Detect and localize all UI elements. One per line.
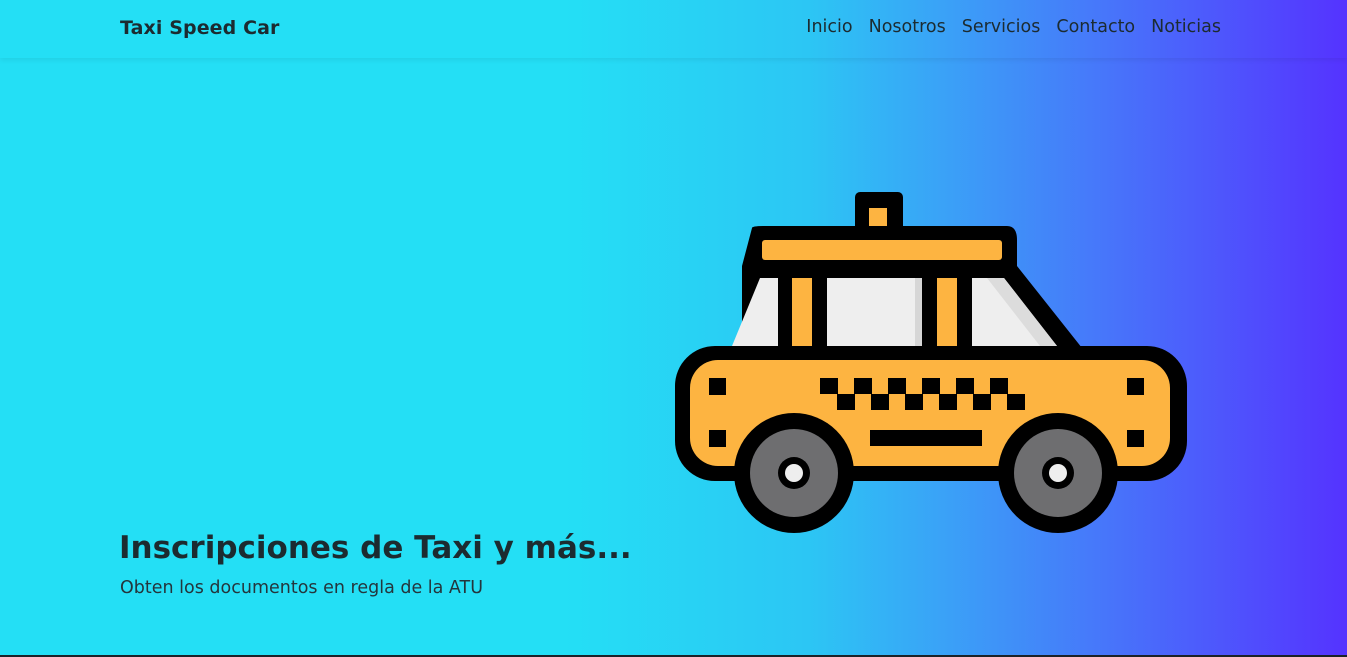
nav-link-inicio[interactable]: Inicio [806, 17, 852, 37]
navbar: Taxi Speed Car Inicio Nosotros Servicios… [0, 0, 1347, 58]
brand-logo[interactable]: Taxi Speed Car [120, 17, 280, 39]
hero-subtitle: Obten los documentos en regla de la ATU [120, 578, 484, 598]
nav-link-nosotros[interactable]: Nosotros [869, 17, 946, 37]
nav-link-servicios[interactable]: Servicios [962, 17, 1041, 37]
taxi-car-icon [675, 192, 1187, 533]
nav-link-contacto[interactable]: Contacto [1056, 17, 1135, 37]
main-nav: Inicio Nosotros Servicios Contacto Notic… [790, 17, 1221, 37]
nav-link-noticias[interactable]: Noticias [1151, 17, 1221, 37]
hero-title: Inscripciones de Taxi y más... [119, 530, 632, 566]
